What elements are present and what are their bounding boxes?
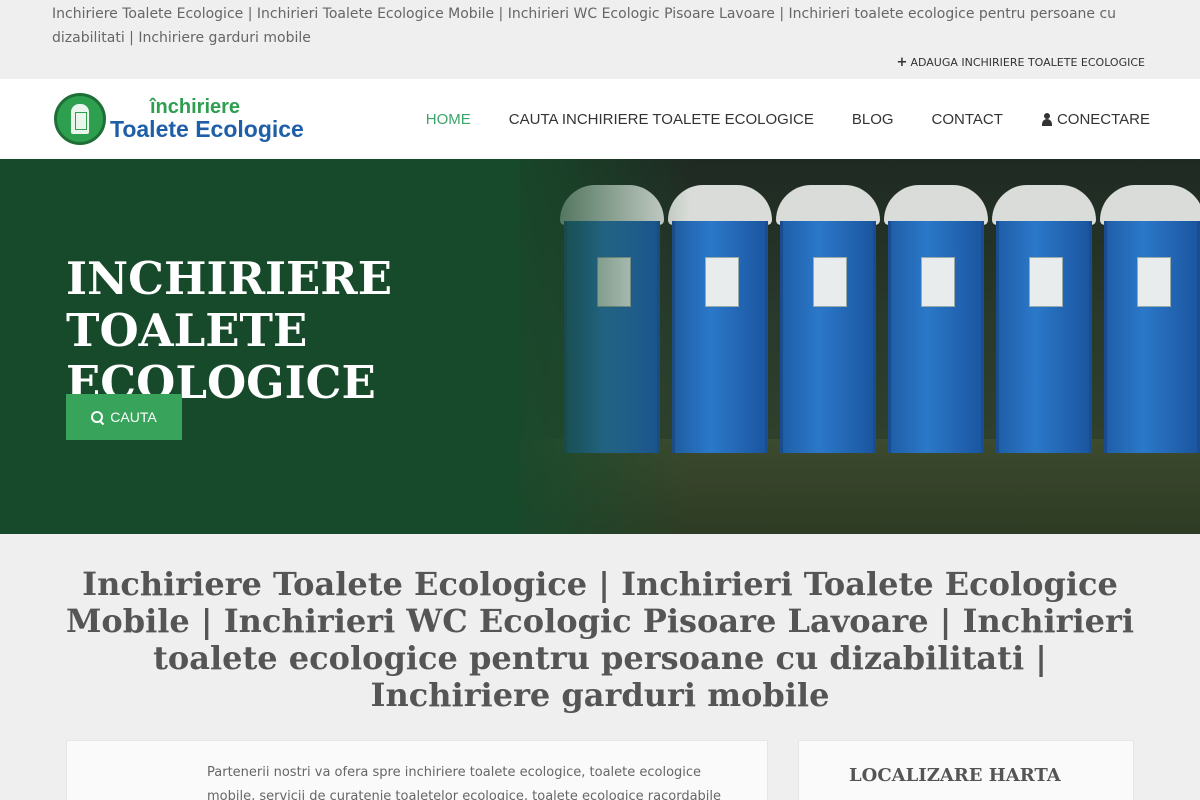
nav-item-contact[interactable]: CONTACT [932, 111, 1003, 128]
site-tagline: Inchiriere Toalete Ecologice | Inchirier… [52, 6, 1117, 46]
top-info-bar: Inchiriere Toalete Ecologice | Inchirier… [0, 0, 1200, 79]
nav-item-blog[interactable]: BLOG [852, 111, 894, 128]
map-sidebar-card: LOCALIZARE HARTA [798, 740, 1134, 800]
logo-line-2: Toalete Ecologice [110, 116, 304, 142]
intro-text: Partenerii nostri va ofera spre inchirie… [207, 765, 722, 800]
logo-line-1: închiriere [150, 96, 241, 118]
search-icon [91, 410, 104, 424]
nav-item-login[interactable]: CONECTARE [1041, 111, 1150, 128]
portable-toilet-graphic [992, 185, 1096, 455]
page-heading: Inchiriere Toalete Ecologice | Inchirier… [65, 565, 1135, 714]
site-logo[interactable]: închiriere Toalete Ecologice [54, 92, 304, 146]
hero-title: INCHIRIERE TOALETE ECOLOGICE [66, 252, 393, 409]
hero-search-button[interactable]: CAUTA [66, 394, 182, 440]
map-sidebar-title: LOCALIZARE HARTA [849, 765, 1061, 786]
add-listing-label: ADAUGA INCHIRIERE TOALETE ECOLOGICE [910, 56, 1145, 69]
add-listing-link[interactable]: + ADAUGA INCHIRIERE TOALETE ECOLOGICE [897, 55, 1145, 70]
intro-card: Partenerii nostri va ofera spre inchirie… [66, 740, 768, 800]
hero-search-label: CAUTA [110, 409, 157, 425]
nav-item-search-rentals[interactable]: CAUTA INCHIRIERE TOALETE ECOLOGICE [509, 111, 814, 128]
site-header: închiriere Toalete Ecologice HOME CAUTA … [0, 79, 1200, 159]
nav-item-home[interactable]: HOME [426, 111, 471, 128]
plus-icon: + [896, 55, 908, 70]
main-nav: HOME CAUTA INCHIRIERE TOALETE ECOLOGICE … [388, 79, 1150, 159]
portable-toilet-graphic [884, 185, 988, 455]
portable-toilet-graphic [1100, 185, 1200, 455]
logo-text: închiriere Toalete Ecologice [110, 97, 304, 141]
nav-item-login-label: CONECTARE [1056, 110, 1150, 128]
portable-toilet-graphic [776, 185, 880, 455]
user-icon [1041, 112, 1053, 126]
toilet-booth-icon [54, 93, 106, 145]
hero-banner: INCHIRIERE TOALETE ECOLOGICE CAUTA [0, 159, 1200, 534]
